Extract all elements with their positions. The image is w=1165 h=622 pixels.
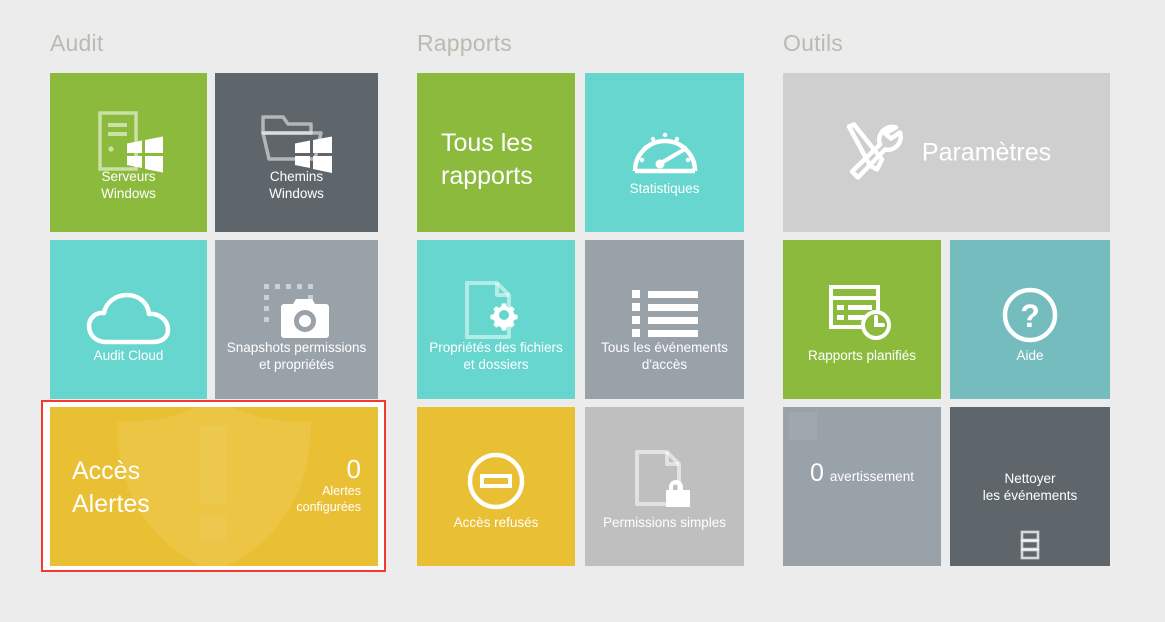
alert-count-label: Alertes configurées: [296, 484, 361, 514]
tile-acces-refuses[interactable]: Accès refusés: [417, 407, 575, 566]
tools-icon: [842, 119, 904, 186]
tile-label: Nettoyer les événements: [982, 471, 1078, 503]
tile-label: Tous les événements d'accès: [601, 340, 728, 372]
warning-count: 0: [810, 459, 824, 487]
tile-label: Accès refusés: [453, 515, 539, 530]
column-header-audit: Audit: [50, 30, 104, 56]
column-header-rapports: Rapports: [417, 30, 512, 56]
tile-tous-les-evenements-acces[interactable]: Tous les événements d'accès: [585, 240, 744, 399]
tile-label: Audit Cloud: [93, 348, 164, 363]
denied-circle-icon: [466, 451, 526, 516]
tile-aide[interactable]: ? Aide: [950, 240, 1110, 399]
tile-label: Permissions simples: [602, 515, 727, 530]
tile-audit-cloud[interactable]: Audit Cloud: [50, 240, 207, 399]
gauge-icon: [628, 115, 702, 186]
tile-nettoyer-les-evenements[interactable]: Nettoyer les événements: [950, 407, 1110, 566]
tile-proprietes-fichiers-dossiers[interactable]: Propriétés des fichiers et dossiers: [417, 240, 575, 399]
dashboard-board: Audit Rapports Outils Serveurs Windows C…: [0, 0, 1165, 622]
tile-statistiques[interactable]: Statistiques: [585, 73, 744, 232]
tile-permissions-simples[interactable]: Permissions simples: [585, 407, 744, 566]
tile-label: Chemins Windows: [269, 169, 324, 201]
tile-acces-alertes[interactable]: Accès Alertes 0 Alertes configurées: [50, 407, 378, 566]
document-lock-icon: [633, 449, 697, 516]
cloud-icon: [86, 292, 172, 353]
warning-label: avertissement: [829, 469, 914, 484]
tile-chemins-windows[interactable]: Chemins Windows: [215, 73, 378, 232]
bullet-list-icon: [631, 290, 698, 343]
tile-tous-les-rapports[interactable]: Tous les rapports: [417, 73, 575, 232]
tile-label: Rapports planifiés: [807, 348, 917, 363]
warning-watermark: [789, 412, 817, 440]
tile-label: Aide: [1016, 348, 1044, 363]
alert-count: 0: [346, 454, 361, 484]
question-circle-icon: ?: [1001, 286, 1059, 349]
tile-snapshots-permissions[interactable]: Snapshots permissions et propriétés: [215, 240, 378, 399]
svg-text:?: ?: [1020, 298, 1040, 334]
tile-label: Serveurs Windows: [101, 169, 156, 201]
tile-label: Snapshots permissions et propriétés: [226, 340, 367, 372]
scheduled-report-icon: [828, 284, 896, 349]
column-header-outils: Outils: [783, 30, 843, 56]
database-icon: [1019, 530, 1041, 565]
tile-label: Tous les rapports: [441, 129, 533, 190]
tile-label: Statistiques: [629, 181, 700, 196]
tile-avertissement[interactable]: 0 avertissement: [783, 407, 941, 566]
document-gear-icon: [463, 280, 529, 347]
tile-label: Paramètres: [921, 138, 1052, 166]
tile-parametres[interactable]: Paramètres: [783, 73, 1110, 232]
tile-label: Propriétés des fichiers et dossiers: [429, 340, 563, 372]
alert-title: Accès Alertes: [72, 457, 150, 518]
tile-serveurs-windows[interactable]: Serveurs Windows: [50, 73, 207, 232]
tile-rapports-planifies[interactable]: Rapports planifiés: [783, 240, 941, 399]
